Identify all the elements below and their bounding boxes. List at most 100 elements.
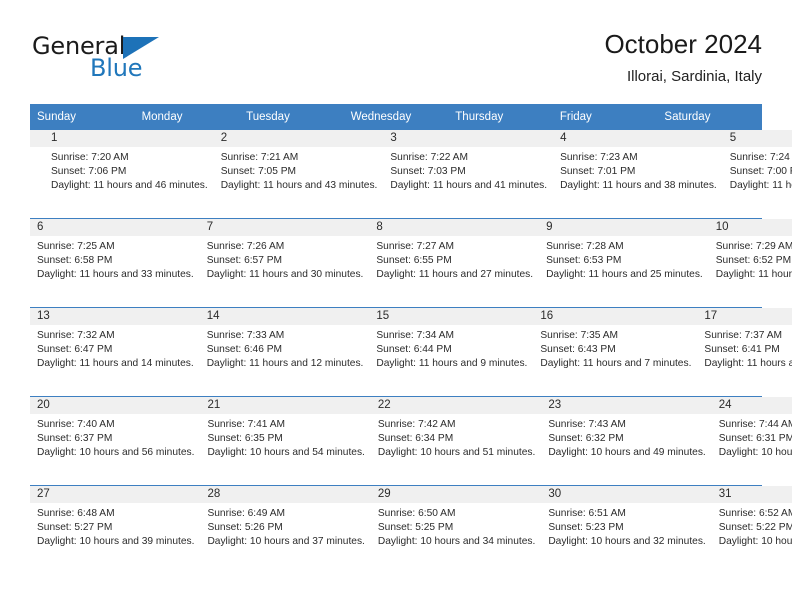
day-number: 21 [200, 397, 371, 415]
page-header: General Blue October 2024 Illorai, Sardi… [30, 28, 762, 92]
sunset-text: Sunset: 6:58 PM [37, 255, 113, 267]
sunrise-text: Sunrise: 7:35 AM [540, 330, 618, 342]
calendar-day-cell[interactable]: 14 Sunrise: 7:33 AM Sunset: 6:46 PM Dayligh… [199, 308, 370, 397]
day-number: 31 [711, 486, 792, 504]
daylight-text: Daylight: 10 hours and 29 minutes. [718, 536, 792, 548]
calendar-day-cell[interactable]: 23 Sunrise: 7:43 AM Sunset: 6:32 PM Dayligh… [541, 397, 712, 486]
sunrise-text: Sunrise: 7:24 AM [729, 152, 792, 164]
sunrise-text: Sunrise: 7:25 AM [37, 241, 115, 253]
daylight-text: Daylight: 10 hours and 54 minutes. [207, 447, 365, 459]
calendar-day-cell[interactable]: 2 Sunrise: 7:21 AM Sunset: 7:05 PM Daylight… [213, 130, 384, 219]
calendar-day-cell[interactable]: 17 Sunrise: 7:37 AM Sunset: 6:41 PM Dayligh… [697, 308, 792, 397]
calendar-week-row: 20 Sunrise: 7:40 AM Sunset: 6:37 PM Dayligh… [30, 396, 792, 486]
day-number: 29 [370, 486, 542, 504]
calendar-day-cell[interactable]: 27 Sunrise: 6:48 AM Sunset: 5:27 PM Dayligh… [30, 486, 201, 575]
sunrise-text: Sunrise: 7:27 AM [376, 241, 454, 253]
page-subtitle: Illorai, Sardinia, Italy [626, 68, 762, 86]
calendar-day-cell[interactable]: 9 Sunrise: 7:28 AM Sunset: 6:53 PM Daylight… [539, 219, 709, 308]
calendar-day-cell[interactable]: 6 Sunrise: 7:25 AM Sunset: 6:58 PM Daylight… [30, 219, 200, 308]
sunset-text: Sunset: 5:25 PM [377, 522, 454, 534]
brand-name-blue: Blue [90, 54, 143, 82]
sunset-text: Sunset: 6:32 PM [548, 433, 624, 445]
daylight-text: Daylight: 11 hours and 30 minutes. [206, 269, 364, 281]
calendar-day-cell[interactable]: 1 Sunrise: 7:20 AM Sunset: 7:06 PM Daylight… [44, 130, 214, 219]
calendar-day-cell[interactable]: 8 Sunrise: 7:27 AM Sunset: 6:55 PM Daylight… [369, 219, 540, 308]
day-number [30, 130, 37, 148]
daylight-text: Daylight: 10 hours and 39 minutes. [37, 536, 195, 548]
day-number: 27 [30, 486, 201, 504]
calendar-week-row: 13 Sunrise: 7:32 AM Sunset: 6:47 PM Dayligh… [30, 307, 792, 397]
calendar-day-cell[interactable]: 31 Sunrise: 6:52 AM Sunset: 5:22 PM Dayligh… [711, 486, 792, 575]
sunrise-text: Sunrise: 6:50 AM [377, 508, 456, 520]
day-number: 9 [539, 219, 709, 237]
calendar-day-cell[interactable]: 15 Sunrise: 7:34 AM Sunset: 6:44 PM Dayligh… [369, 308, 534, 397]
sunrise-text: Sunrise: 6:49 AM [207, 508, 286, 520]
day-sun-info: Sunrise: 6:49 AM Sunset: 5:26 PM Daylight:… [200, 503, 370, 549]
day-sun-info: Sunrise: 6:48 AM Sunset: 5:27 PM Daylight:… [30, 503, 200, 549]
day-sun-info: Sunrise: 7:44 AM Sunset: 6:31 PM Daylight:… [712, 414, 792, 460]
day-sun-info: Sunrise: 7:20 AM Sunset: 7:06 PM Daylight:… [44, 147, 214, 193]
day-number: 14 [199, 308, 370, 326]
sunset-text: Sunset: 6:41 PM [704, 344, 780, 356]
calendar-day-cell[interactable]: 13 Sunrise: 7:32 AM Sunset: 6:47 PM Dayligh… [30, 308, 200, 397]
sunset-text: Sunset: 7:06 PM [51, 166, 127, 178]
sunrise-text: Sunrise: 7:23 AM [560, 152, 638, 164]
day-sun-info: Sunrise: 7:23 AM Sunset: 7:01 PM Daylight:… [553, 147, 723, 193]
sunrise-text: Sunrise: 7:37 AM [704, 330, 782, 342]
calendar-day-cell[interactable]: 16 Sunrise: 7:35 AM Sunset: 6:43 PM Dayligh… [533, 308, 698, 397]
sunset-text: Sunset: 6:46 PM [206, 344, 283, 356]
sunset-text: Sunset: 6:47 PM [37, 344, 113, 356]
day-number: 17 [697, 308, 792, 326]
weekday-header-tuesday: Tuesday [246, 111, 290, 123]
weekday-header-wednesday: Wednesday [350, 111, 412, 123]
daylight-text: Daylight: 11 hours and 14 minutes. [37, 358, 194, 370]
daylight-text: Daylight: 10 hours and 46 minutes. [718, 447, 792, 459]
calendar-day-cell[interactable]: 3 Sunrise: 7:22 AM Sunset: 7:03 PM Daylight… [383, 130, 554, 219]
daylight-text: Daylight: 11 hours and 7 minutes. [540, 358, 692, 370]
calendar-day-cell[interactable]: 30 Sunrise: 6:51 AM Sunset: 5:23 PM Dayligh… [541, 486, 712, 575]
calendar-day-cell[interactable]: 20 Sunrise: 7:40 AM Sunset: 6:37 PM Dayligh… [30, 397, 201, 486]
day-number: 7 [199, 219, 370, 237]
sunrise-text: Sunrise: 7:21 AM [220, 152, 299, 164]
calendar-day-cell[interactable]: 28 Sunrise: 6:49 AM Sunset: 5:26 PM Dayligh… [200, 486, 371, 575]
sunrise-text: Sunrise: 7:40 AM [37, 419, 115, 431]
weekday-header-thursday: Thursday [455, 111, 504, 123]
daylight-text: Daylight: 10 hours and 49 minutes. [548, 447, 706, 459]
brand-logo[interactable]: General Blue [30, 28, 210, 84]
daylight-text: Daylight: 11 hours and 35 minutes. [729, 180, 792, 192]
calendar-day-cell[interactable]: 4 Sunrise: 7:23 AM Sunset: 7:01 PM Daylight… [553, 130, 723, 219]
calendar-day-cell[interactable]: 22 Sunrise: 7:42 AM Sunset: 6:34 PM Dayligh… [370, 397, 542, 486]
calendar-day-cell[interactable]: 21 Sunrise: 7:41 AM Sunset: 6:35 PM Dayligh… [200, 397, 371, 486]
daylight-text: Daylight: 10 hours and 34 minutes. [377, 536, 536, 548]
day-sun-info: Sunrise: 7:32 AM Sunset: 6:47 PM Daylight:… [30, 325, 200, 371]
day-number: 1 [44, 130, 214, 148]
day-number: 16 [533, 308, 698, 326]
calendar-week-row: 27 Sunrise: 6:48 AM Sunset: 5:27 PM Dayligh… [30, 485, 792, 575]
day-sun-info: Sunrise: 7:29 AM Sunset: 6:52 PM Daylight:… [709, 236, 792, 282]
sunset-text: Sunset: 5:23 PM [548, 522, 624, 534]
day-number: 23 [541, 397, 712, 415]
page-title: October 2024 [604, 29, 762, 59]
calendar-day-cell[interactable]: 5 Sunrise: 7:24 AM Sunset: 7:00 PM Daylight… [722, 130, 792, 219]
sunset-text: Sunset: 7:01 PM [560, 166, 636, 178]
sunset-text: Sunset: 6:55 PM [376, 255, 452, 267]
sunset-text: Sunset: 5:22 PM [718, 522, 792, 534]
calendar-day-cell[interactable]: 24 Sunrise: 7:44 AM Sunset: 6:31 PM Dayligh… [711, 397, 792, 486]
day-number: 4 [553, 130, 723, 148]
day-sun-info: Sunrise: 7:28 AM Sunset: 6:53 PM Daylight:… [539, 236, 709, 282]
calendar-day-cell[interactable]: 7 Sunrise: 7:26 AM Sunset: 6:57 PM Daylight… [199, 219, 370, 308]
daylight-text: Daylight: 10 hours and 56 minutes. [37, 447, 195, 459]
sunset-text: Sunset: 6:44 PM [376, 344, 452, 356]
sunset-text: Sunset: 6:37 PM [37, 433, 113, 445]
day-sun-info: Sunrise: 7:21 AM Sunset: 7:05 PM Daylight:… [214, 147, 384, 193]
sunrise-text: Sunrise: 7:22 AM [390, 152, 468, 164]
daylight-text: Daylight: 11 hours and 33 minutes. [37, 269, 194, 281]
day-number: 8 [369, 219, 540, 237]
calendar-day-cell[interactable]: 29 Sunrise: 6:50 AM Sunset: 5:25 PM Dayligh… [370, 486, 542, 575]
sunrise-text: Sunrise: 7:29 AM [715, 241, 792, 253]
daylight-text: Daylight: 11 hours and 41 minutes. [390, 180, 548, 192]
calendar-grid: Sunday Monday Tuesday Wednesday Thursday Frid… [30, 104, 792, 575]
calendar-day-cell[interactable]: 10 Sunrise: 7:29 AM Sunset: 6:52 PM Dayligh… [708, 219, 792, 308]
day-sun-info: Sunrise: 7:43 AM Sunset: 6:32 PM Daylight:… [541, 414, 711, 460]
sunrise-text: Sunrise: 7:34 AM [376, 330, 454, 342]
